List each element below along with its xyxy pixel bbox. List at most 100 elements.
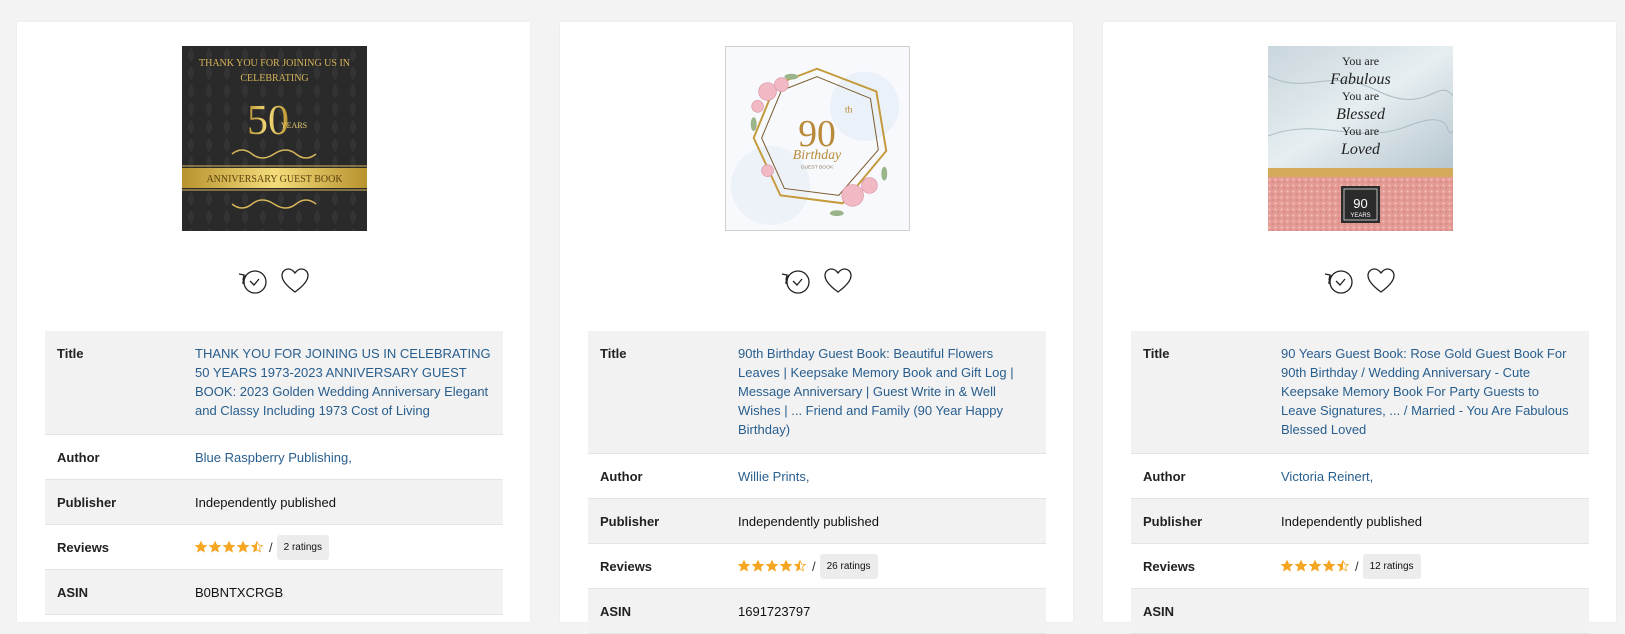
label-reviews: Reviews <box>588 543 726 589</box>
label-title: Title <box>45 331 183 435</box>
star-icon <box>1309 560 1321 572</box>
star-icon <box>1323 560 1335 572</box>
row-publisher: Publisher Independently published <box>45 479 503 525</box>
book-details-table: Title THANK YOU FOR JOINING US IN CELEBR… <box>45 331 503 615</box>
book-details-table: Title 90th Birthday Guest Book: Beautifu… <box>588 331 1046 634</box>
label-publisher: Publisher <box>588 498 726 544</box>
svg-text:You are: You are <box>1342 124 1379 138</box>
label-author: Author <box>1131 453 1269 499</box>
ratings-count-badge[interactable]: 26 ratings <box>819 553 878 579</box>
svg-text:Birthday: Birthday <box>793 147 842 162</box>
history-button[interactable] <box>1322 264 1356 298</box>
svg-text:th: th <box>845 104 853 115</box>
star-icon <box>237 541 249 553</box>
row-asin: ASIN B0BNTXCRGB <box>45 569 503 615</box>
history-clock-icon <box>781 270 810 294</box>
book-cover[interactable]: You are Fabulous You are Blessed You are… <box>1268 46 1453 231</box>
row-asin: ASIN <box>1131 588 1589 634</box>
row-reviews: Reviews /26 ratings <box>588 543 1046 589</box>
star-icon <box>738 560 750 572</box>
row-reviews: Reviews /2 ratings <box>45 524 503 570</box>
star-icon <box>780 560 792 572</box>
publisher-value: Independently published <box>1269 498 1589 544</box>
label-title: Title <box>588 331 726 454</box>
svg-text:CELEBRATING: CELEBRATING <box>240 73 308 84</box>
svg-text:Blessed: Blessed <box>1336 106 1386 123</box>
label-asin: ASIN <box>1131 588 1269 634</box>
publisher-value: Independently published <box>183 479 503 525</box>
wishlist-button[interactable] <box>1364 264 1398 298</box>
title-link[interactable]: 90 Years Guest Book: Rose Gold Guest Boo… <box>1281 346 1569 437</box>
svg-text:Fabulous: Fabulous <box>1329 71 1390 88</box>
row-reviews: Reviews /12 ratings <box>1131 543 1589 589</box>
svg-text:90: 90 <box>1353 196 1367 211</box>
product-card: THANK YOU FOR JOINING US IN CELEBRATING … <box>17 22 530 622</box>
author-link[interactable]: Blue Raspberry Publishing, <box>195 450 352 465</box>
product-card: You are Fabulous You are Blessed You are… <box>1103 22 1616 634</box>
heart-icon <box>823 268 852 293</box>
book-cover[interactable]: 90 th Birthday GUEST BOOK <box>725 46 910 231</box>
label-title: Title <box>1131 331 1269 454</box>
svg-text:ANNIVERSARY GUEST BOOK: ANNIVERSARY GUEST BOOK <box>206 174 343 185</box>
wishlist-button[interactable] <box>278 264 312 298</box>
label-reviews: Reviews <box>45 524 183 570</box>
title-link[interactable]: THANK YOU FOR JOINING US IN CELEBRATING … <box>195 346 491 418</box>
row-author: Author Victoria Reinert, <box>1131 453 1589 499</box>
cover-image: 90 th Birthday GUEST BOOK <box>725 46 910 231</box>
book-details-table: Title 90 Years Guest Book: Rose Gold Gue… <box>1131 331 1589 634</box>
heart-icon <box>1366 268 1395 293</box>
star-icon <box>1295 560 1307 572</box>
publisher-value: Independently published <box>726 498 1046 544</box>
book-cover[interactable]: THANK YOU FOR JOINING US IN CELEBRATING … <box>182 46 367 231</box>
svg-text:GUEST BOOK: GUEST BOOK <box>801 165 834 171</box>
title-link[interactable]: 90th Birthday Guest Book: Beautiful Flow… <box>738 346 1014 437</box>
label-publisher: Publisher <box>45 479 183 525</box>
history-button[interactable] <box>779 264 813 298</box>
label-author: Author <box>588 453 726 499</box>
row-publisher: Publisher Independently published <box>1131 498 1589 544</box>
asin-value <box>1269 588 1589 634</box>
author-link[interactable]: Willie Prints, <box>738 469 810 484</box>
row-author: Author Blue Raspberry Publishing, <box>45 434 503 480</box>
asin-value: B0BNTXCRGB <box>183 569 503 615</box>
label-reviews: Reviews <box>1131 543 1269 589</box>
svg-text:YEARS: YEARS <box>281 121 307 130</box>
ratings-count-badge[interactable]: 2 ratings <box>276 534 329 560</box>
author-link[interactable]: Victoria Reinert, <box>1281 469 1373 484</box>
heart-icon <box>280 268 309 293</box>
svg-text:You are: You are <box>1342 89 1379 103</box>
star-icon <box>1281 560 1293 572</box>
history-clock-icon <box>1324 270 1353 294</box>
row-author: Author Willie Prints, <box>588 453 1046 499</box>
svg-text:YEARS: YEARS <box>1350 213 1370 219</box>
label-publisher: Publisher <box>1131 498 1269 544</box>
label-asin: ASIN <box>588 588 726 634</box>
row-title: Title 90th Birthday Guest Book: Beautifu… <box>588 331 1046 454</box>
ratings-count-badge[interactable]: 12 ratings <box>1362 553 1421 579</box>
star-rating <box>1281 560 1349 572</box>
row-title: Title THANK YOU FOR JOINING US IN CELEBR… <box>45 331 503 435</box>
half-star-icon <box>794 560 806 572</box>
star-icon <box>195 541 207 553</box>
star-icon <box>752 560 764 572</box>
product-card: 90 th Birthday GUEST BOOK Title 90th Bir… <box>560 22 1073 634</box>
product-grid: THANK YOU FOR JOINING US IN CELEBRATING … <box>17 22 1616 634</box>
history-clock-icon <box>238 270 267 294</box>
star-icon <box>209 541 221 553</box>
cover-image: You are Fabulous You are Blessed You are… <box>1268 46 1453 231</box>
svg-text:THANK YOU FOR JOINING US IN: THANK YOU FOR JOINING US IN <box>199 58 350 69</box>
svg-text:Loved: Loved <box>1340 141 1381 158</box>
wishlist-button[interactable] <box>821 264 855 298</box>
row-title: Title 90 Years Guest Book: Rose Gold Gue… <box>1131 331 1589 454</box>
star-icon <box>766 560 778 572</box>
history-button[interactable] <box>236 264 270 298</box>
cover-image: THANK YOU FOR JOINING US IN CELEBRATING … <box>182 46 367 231</box>
label-author: Author <box>45 434 183 480</box>
svg-text:You are: You are <box>1342 54 1379 68</box>
row-asin: ASIN 1691723797 <box>588 588 1046 634</box>
star-icon <box>223 541 235 553</box>
asin-value: 1691723797 <box>726 588 1046 634</box>
half-star-icon <box>1337 560 1349 572</box>
label-asin: ASIN <box>45 569 183 615</box>
half-star-icon <box>251 541 263 553</box>
